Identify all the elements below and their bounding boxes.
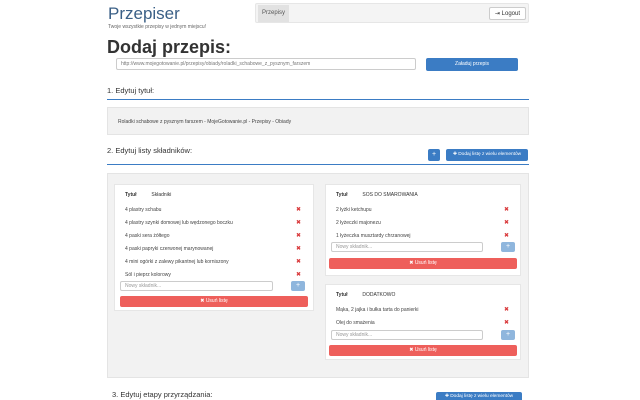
section-divider [107,164,529,165]
list-item[interactable]: 4 paski sera żółtego [125,233,169,239]
section-title-edit-steps: 3. Edytuj etapy przyrządzania: [112,390,213,399]
section-title-edit-title: 1. Edytuj tytuł: [107,86,155,95]
list-header: Tytuł DODATKOWO [336,292,395,298]
add-ingredient-button[interactable]: + [501,242,515,252]
delete-list-label: Usuń listę [414,260,437,266]
delete-item-icon[interactable]: ✖ [296,219,301,226]
ingredient-list-card: Tytuł SOS DO SMAROWANIA 2 łyżki ketchupu… [325,184,521,276]
logout-label: Logout [501,11,520,17]
delete-list-button[interactable]: ✖ Usuń listę [329,258,517,269]
list-item[interactable]: 2 łyżeczki majonezu [336,220,381,226]
ingredient-list-card: Tytuł DODATKOWO Mąka, 2 jajka i bułka ta… [325,284,521,360]
list-item[interactable]: Mąka, 2 jajka i bułka tarta do panierki [336,307,419,313]
brand-subtitle: Twoje wszystkie przepisy w jednym miejsc… [108,24,207,30]
delete-item-icon[interactable]: ✖ [504,219,509,226]
list-title-label: Tytuł [336,192,348,198]
new-ingredient-input[interactable]: Nowy składnik... [331,330,483,340]
brand: Przepiser Twoje wszystkie przepisy w jed… [108,5,207,31]
list-title[interactable]: DODATKOWO [362,292,395,298]
load-recipe-button[interactable]: Załaduj przepis [426,58,518,71]
delete-item-icon[interactable]: ✖ [504,319,509,326]
add-ingredient-button[interactable]: + [291,281,305,291]
delete-item-icon[interactable]: ✖ [504,206,509,213]
close-icon: ✖ [200,298,205,304]
list-header: Tytuł SOS DO SMAROWANIA [336,192,418,198]
section-divider [107,99,529,100]
delete-item-icon[interactable]: ✖ [504,232,509,239]
list-item[interactable]: 4 plastry schabu [125,207,161,213]
list-title[interactable]: Składniki [151,192,171,198]
delete-list-button[interactable]: ✖ Usuń listę [120,296,308,307]
delete-item-icon[interactable]: ✖ [296,245,301,252]
page-title: Dodaj przepis: [107,37,232,57]
close-icon: ✖ [409,260,414,266]
close-icon: ✖ [409,347,414,353]
navbar: Przepisy ⇥ Logout [255,3,529,23]
plus-icon: ✚ [444,394,449,399]
add-multi-list-label: Dodaj listę z wielu elementów [458,152,522,157]
list-title-label: Tytuł [125,192,137,198]
recipe-title-field[interactable]: Roladki schabowe z pysznym farszem - Moj… [107,107,529,135]
delete-item-icon[interactable]: ✖ [296,258,301,265]
list-item[interactable]: 4 plastry szynki domowej lub wędzonego b… [125,220,233,226]
plus-icon: ✚ [452,152,457,157]
add-steps-list-label: Dodaj listę z wielu elementów [450,394,514,399]
delete-list-button[interactable]: ✖ Usuń listę [329,345,517,356]
list-item[interactable]: 4 paski papryki czerwonej marynowanej [125,246,213,252]
delete-list-label: Usuń listę [205,298,228,304]
delete-list-label: Usuń listę [414,347,437,353]
list-item[interactable]: Sól i pieprz kolorowy [125,272,171,278]
delete-item-icon[interactable]: ✖ [296,232,301,239]
add-multi-list-button[interactable]: ✚ Dodaj listę z wielu elementów [446,149,528,161]
list-item[interactable]: 1 łyżeczka musztardy chrzanowej [336,233,410,239]
new-ingredient-input[interactable]: Nowy składnik... [331,242,483,252]
list-header: Tytuł Składniki [125,192,171,198]
add-list-button[interactable]: + [428,149,440,161]
section-title-edit-ingredients: 2. Edytuj listy składników: [107,146,193,155]
delete-item-icon[interactable]: ✖ [296,206,301,213]
nav-tab-recipes[interactable]: Przepisy [258,5,290,22]
delete-item-icon[interactable]: ✖ [296,271,301,278]
ingredient-list-card: Tytuł Składniki 4 plastry schabu ✖ 4 pla… [114,184,314,311]
logout-icon: ⇥ [494,11,500,17]
brand-title[interactable]: Przepiser [108,5,206,23]
logout-button[interactable]: ⇥ Logout [488,7,526,20]
add-steps-list-button[interactable]: ✚ Dodaj listę z wielu elementów [436,392,522,400]
list-title-label: Tytuł [336,292,348,298]
add-ingredient-button[interactable]: + [501,330,515,340]
delete-item-icon[interactable]: ✖ [504,306,509,313]
list-title[interactable]: SOS DO SMAROWANIA [362,192,417,198]
list-item[interactable]: Olej do smażenia [336,320,375,326]
recipe-url-input[interactable]: http://www.mojegotowanie.pl/przepisy/obi… [116,58,416,70]
list-item[interactable]: 4 mini ogórki z zalewy pikantnej lub kor… [125,259,229,265]
list-item[interactable]: 2 łyżki ketchupu [336,207,372,213]
new-ingredient-input[interactable]: Nowy składnik... [120,281,273,291]
